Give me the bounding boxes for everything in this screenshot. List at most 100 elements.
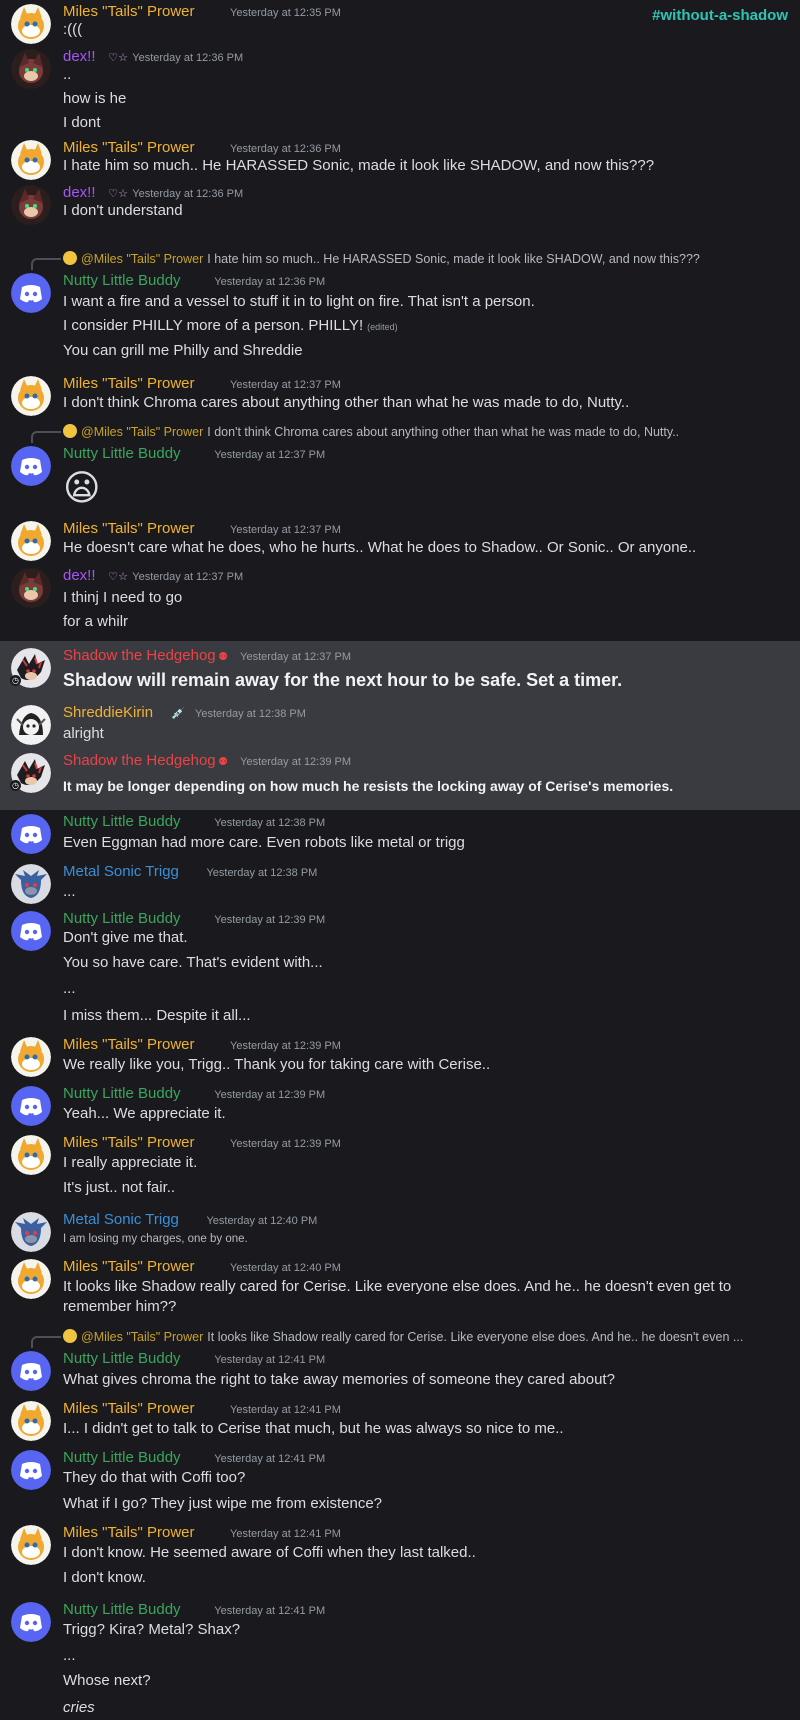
username[interactable]: Miles "Tails" Prower: [63, 1523, 195, 1543]
avatar-nutty[interactable]: [11, 814, 51, 854]
message-content: I don't know. He seemed aware of Coffi w…: [63, 1544, 476, 1561]
message-content: alright: [63, 725, 104, 742]
message-content: Even Eggman had more care. Even robots l…: [63, 834, 465, 851]
reply-avatar: [63, 424, 77, 438]
message-text: Whose next?: [63, 1671, 151, 1691]
avatar-shreddie[interactable]: [11, 705, 51, 745]
reply-author[interactable]: @Miles "Tails" Prower: [81, 425, 203, 439]
message-content: I want a fire and a vessel to stuff it i…: [63, 293, 535, 310]
avatar-tails[interactable]: [11, 1401, 51, 1441]
message-text: They do that with Coffi too?: [63, 1468, 245, 1488]
username[interactable]: dex!!: [63, 47, 96, 67]
reply-preview[interactable]: @Miles "Tails" Prower I don't think Chrom…: [63, 423, 679, 441]
reply-author[interactable]: @Miles "Tails" Prower: [81, 1330, 203, 1344]
message-content: You so have care. That's evident with...: [63, 954, 323, 971]
reply-author[interactable]: @Miles "Tails" Prower: [81, 252, 203, 266]
message-text: I... I didn't get to talk to Cerise that…: [63, 1419, 564, 1439]
username-decoration: ♡☆: [108, 571, 128, 583]
message-content: Yeah... We appreciate it.: [63, 1105, 226, 1122]
message-content: I am losing my charges, one by one.: [63, 1233, 248, 1245]
message-content: ...: [63, 980, 76, 997]
avatar-nutty[interactable]: [11, 1450, 51, 1490]
message-content: We really like you, Trigg.. Thank you fo…: [63, 1056, 491, 1073]
avatar-dex[interactable]: [11, 568, 51, 608]
avatar-nutty[interactable]: [11, 1602, 51, 1642]
message-text: I don't understand: [63, 201, 183, 221]
username[interactable]: Nutty Little Buddy: [63, 812, 181, 832]
reply-spine: [31, 258, 61, 270]
message-content: ..: [63, 66, 72, 83]
avatar-tails[interactable]: [11, 140, 51, 180]
username[interactable]: Nutty Little Buddy: [63, 1349, 181, 1369]
avatar-nutty[interactable]: [11, 1351, 51, 1391]
edited-marker: (edited): [367, 322, 398, 332]
username[interactable]: ShreddieKirin: [63, 703, 153, 723]
timestamp: Yesterday at 12:35 PM: [230, 7, 341, 19]
username[interactable]: Nutty Little Buddy: [63, 271, 181, 291]
message-content: I thinj I need to go: [63, 589, 183, 606]
reply-avatar: [63, 1329, 77, 1343]
timestamp: Yesterday at 12:41 PM: [230, 1404, 341, 1416]
message-text: What gives chroma the right to take away…: [63, 1370, 615, 1390]
username[interactable]: dex!!: [63, 183, 96, 203]
username[interactable]: Nutty Little Buddy: [63, 444, 181, 464]
idle-status-icon: ◷: [10, 780, 21, 791]
username[interactable]: Miles "Tails" Prower: [63, 519, 195, 539]
avatar-tails[interactable]: [11, 1259, 51, 1299]
avatar-nutty[interactable]: [11, 911, 51, 951]
username[interactable]: Nutty Little Buddy: [63, 1600, 181, 1620]
message-content: I... I didn't get to talk to Cerise that…: [63, 1420, 564, 1437]
username[interactable]: Miles "Tails" Prower: [63, 138, 195, 158]
username[interactable]: Shadow the Hedgehog: [63, 646, 216, 666]
avatar-tails[interactable]: [11, 1525, 51, 1565]
username[interactable]: Miles "Tails" Prower: [63, 2, 195, 22]
reply-spine: [31, 431, 61, 443]
avatar-dex[interactable]: [11, 49, 51, 89]
message-text: alright: [63, 724, 104, 744]
message-text: for a whilr: [63, 612, 128, 632]
avatar-nutty[interactable]: [11, 273, 51, 313]
frowning-emoji: 😦: [63, 467, 101, 508]
username[interactable]: Miles "Tails" Prower: [63, 1399, 195, 1419]
username[interactable]: Nutty Little Buddy: [63, 909, 181, 929]
avatar-tails[interactable]: [11, 4, 51, 44]
avatar-metal[interactable]: [11, 864, 51, 904]
message-text: You can grill me Philly and Shreddie: [63, 341, 303, 361]
message-text: I dont: [63, 113, 101, 133]
username[interactable]: Miles "Tails" Prower: [63, 1133, 195, 1153]
timestamp: Yesterday at 12:37 PM: [230, 524, 341, 536]
avatar-dex[interactable]: [11, 185, 51, 225]
username[interactable]: Miles "Tails" Prower: [63, 1257, 195, 1277]
avatar-tails[interactable]: [11, 376, 51, 416]
message-text: I miss them... Despite it all...: [63, 1006, 251, 1026]
timestamp: Yesterday at 12:36 PM: [214, 276, 326, 288]
message-content: ...: [63, 1647, 76, 1664]
message-content: Don't give me that.: [63, 929, 188, 946]
avatar-tails[interactable]: [11, 1135, 51, 1175]
message-content: What if I go? They just wipe me from exi…: [63, 1495, 383, 1512]
avatar-tails[interactable]: [11, 521, 51, 561]
channel-name[interactable]: #without-a-shadow: [652, 7, 788, 24]
username[interactable]: Nutty Little Buddy: [63, 1084, 181, 1104]
username[interactable]: Shadow the Hedgehog: [63, 751, 216, 771]
message-list: #without-a-shadow Miles "Tails" Prower Ye…: [0, 0, 800, 1720]
username[interactable]: Miles "Tails" Prower: [63, 374, 195, 394]
username[interactable]: Nutty Little Buddy: [63, 1448, 181, 1468]
timestamp: Yesterday at 12:41 PM: [214, 1605, 326, 1617]
avatar-tails[interactable]: [11, 1037, 51, 1077]
message-content: I hate him so much.. He HARASSED Sonic, …: [63, 157, 655, 174]
username[interactable]: dex!!: [63, 566, 96, 586]
reply-preview[interactable]: @Miles "Tails" Prower I hate him so much.…: [63, 250, 700, 268]
username[interactable]: Miles "Tails" Prower: [63, 1035, 195, 1055]
avatar-nutty[interactable]: [11, 1086, 51, 1126]
message-text: ..: [63, 65, 71, 85]
timestamp: Yesterday at 12:37 PM: [230, 379, 341, 391]
reply-preview[interactable]: @Miles "Tails" Prower It looks like Shado…: [63, 1328, 743, 1346]
avatar-nutty[interactable]: [11, 446, 51, 486]
message-text: ...: [63, 979, 76, 999]
timestamp: Yesterday at 12:37 PM: [214, 449, 326, 461]
message-content: Whose next?: [63, 1672, 151, 1689]
avatar-metal[interactable]: [11, 1212, 51, 1252]
username[interactable]: Metal Sonic Trigg: [63, 862, 179, 882]
username[interactable]: Metal Sonic Trigg: [63, 1210, 179, 1230]
